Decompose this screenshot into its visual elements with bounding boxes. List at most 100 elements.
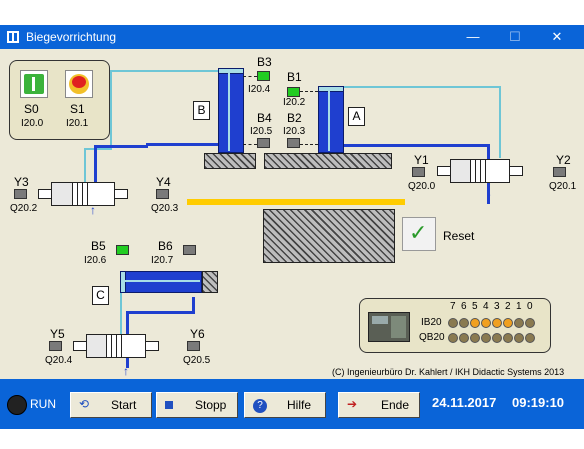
- y4-addr: Q20.3: [151, 203, 179, 214]
- reset-button[interactable]: ✓: [402, 217, 436, 251]
- ende-button[interactable]: ➔ Ende: [338, 392, 420, 418]
- io-panel: 76543210 IB20 QB20: [359, 298, 551, 353]
- bit-number: 4: [483, 301, 489, 312]
- copyright-text: (C) Ingenieurbüro Dr. Kahlert / IKH Dida…: [332, 367, 565, 377]
- s1-button[interactable]: [65, 70, 93, 98]
- b2-sensor: [287, 138, 300, 148]
- valve-y3-y4: [51, 182, 115, 206]
- app-icon: [7, 31, 19, 43]
- b1-addr: I20.2: [283, 97, 306, 108]
- qb-led: [481, 333, 491, 343]
- cylinder-b-label: B: [193, 101, 210, 120]
- qb-label: QB20: [419, 332, 445, 343]
- b2-label: B2: [287, 111, 302, 125]
- s0-label: S0: [24, 102, 39, 116]
- cylinder-a-label: A: [348, 107, 365, 126]
- reset-label: Reset: [443, 229, 475, 243]
- stop-square-icon: [165, 397, 173, 412]
- s1-addr: I20.1: [66, 118, 89, 129]
- ib-led: [470, 318, 480, 328]
- air-line: [343, 86, 501, 88]
- y6-label: Y6: [190, 327, 205, 341]
- stopp-button[interactable]: Stopp: [156, 392, 238, 418]
- stopp-label: Stopp: [195, 398, 227, 412]
- qb-led: [514, 333, 524, 343]
- y2-addr: Q20.1: [549, 181, 577, 192]
- hilfe-label: Hilfe: [287, 398, 312, 412]
- clamp-block-b: [204, 153, 256, 169]
- valve-y5-y6: [86, 334, 146, 358]
- air-line: [110, 70, 112, 150]
- close-button[interactable]: ✕: [542, 28, 572, 46]
- b3-addr: I20.4: [248, 84, 271, 95]
- cylinder-c-label: C: [92, 286, 109, 305]
- b2-addr: I20.3: [283, 126, 306, 137]
- maximize-button[interactable]: ☐: [500, 28, 530, 46]
- air-line: [84, 148, 86, 182]
- checkmark-icon: ✓: [409, 220, 428, 245]
- start-button[interactable]: ⟲ Start: [70, 392, 152, 418]
- b5-label: B5: [91, 239, 106, 253]
- hilfe-button[interactable]: ? Hilfe: [244, 392, 326, 418]
- simulation-area: S0 S1 I20.0 I20.1 B A B3 I20.4 B1 I20.2 …: [0, 49, 584, 379]
- b1-sensor: [287, 87, 300, 97]
- exit-icon: ➔: [347, 397, 358, 411]
- bit-number: 3: [494, 301, 500, 312]
- y5-indicator: [49, 341, 62, 351]
- b6-label: B6: [158, 239, 173, 253]
- s1-label: S1: [70, 102, 85, 116]
- supply-arrow-icon: ↑: [90, 203, 96, 217]
- y1-addr: Q20.0: [408, 181, 436, 192]
- air-line: [84, 148, 112, 150]
- ib-led: [514, 318, 524, 328]
- start-label: Start: [111, 398, 137, 412]
- bottom-toolbar: RUN ⟲ Start Stopp ? Hilfe ➔ Ende 24.11.2…: [0, 379, 584, 429]
- y2-indicator: [553, 167, 566, 177]
- bit-number: 7: [450, 301, 456, 312]
- y6-indicator: [187, 341, 200, 351]
- air-line: [499, 86, 501, 158]
- y1-indicator: [412, 167, 425, 177]
- workpiece-bar: [187, 199, 405, 205]
- cylinder-c: [125, 271, 202, 293]
- clamp-block-c: [202, 271, 218, 293]
- date-display: 24.11.2017: [432, 395, 497, 410]
- ib-led: [503, 318, 513, 328]
- ib-led: [459, 318, 469, 328]
- cylinder-a: [318, 91, 344, 153]
- b5-sensor: [116, 245, 129, 255]
- y5-addr: Q20.4: [45, 355, 73, 366]
- window-title: Biegevorrichtung: [26, 30, 117, 44]
- clamp-block-a: [264, 153, 392, 169]
- valve-y1-y2: [450, 159, 510, 183]
- qb-led: [492, 333, 502, 343]
- supply-arrow-icon: ↑: [486, 189, 492, 203]
- run-led-icon: [7, 395, 27, 415]
- bit-number: 6: [461, 301, 467, 312]
- s0-button[interactable]: [20, 70, 48, 98]
- b3-label: B3: [257, 55, 272, 69]
- y1-label: Y1: [414, 153, 429, 167]
- pressure-line: [126, 311, 194, 314]
- pressure-line: [192, 297, 195, 314]
- b6-sensor: [183, 245, 196, 255]
- b4-addr: I20.5: [250, 126, 273, 137]
- minimize-button[interactable]: —: [458, 28, 488, 46]
- bit-number: 2: [505, 301, 511, 312]
- stop-red-icon: [69, 74, 89, 94]
- start-green-icon: [24, 74, 44, 94]
- time-display: 09:19:10: [512, 395, 565, 410]
- air-line: [120, 286, 122, 335]
- bending-block: [263, 209, 395, 263]
- qb-led: [470, 333, 480, 343]
- bit-number: 1: [516, 301, 522, 312]
- help-icon: ?: [253, 397, 267, 413]
- ib-led: [525, 318, 535, 328]
- cylinder-b: [218, 73, 244, 153]
- bit-number: 5: [472, 301, 478, 312]
- qb-led: [459, 333, 469, 343]
- switch-panel: S0 S1 I20.0 I20.1: [9, 60, 110, 140]
- bit-number: 0: [527, 301, 533, 312]
- b6-addr: I20.7: [151, 255, 174, 266]
- run-label: RUN: [30, 397, 56, 411]
